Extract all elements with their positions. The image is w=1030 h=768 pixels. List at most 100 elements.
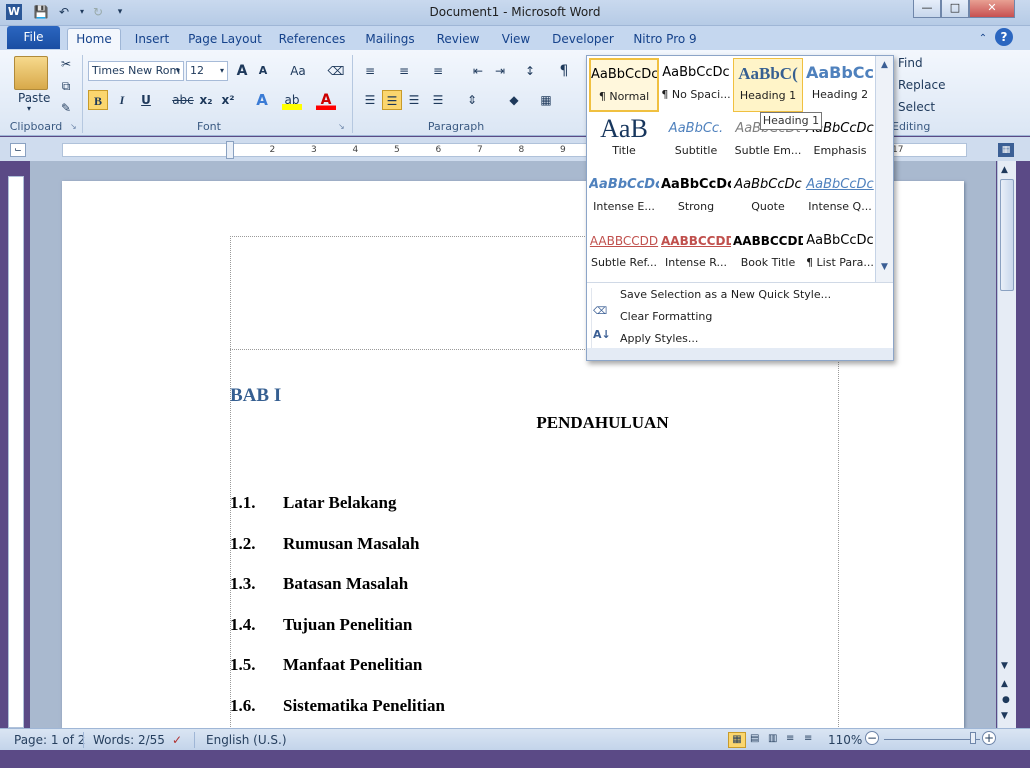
list-item[interactable]: 1.2. Rumusan Masalah <box>230 534 710 554</box>
minimize-ribbon-icon[interactable]: ⌃ <box>975 29 991 49</box>
justify-icon[interactable]: ☰ <box>428 90 448 110</box>
proofing-icon[interactable]: ✓ <box>172 733 182 747</box>
gallery-resize-bar[interactable] <box>587 348 893 360</box>
gallery-scroll-up-icon[interactable]: ▲ <box>876 60 893 70</box>
gallery-scroll-down-icon[interactable]: ▼ <box>876 262 893 272</box>
superscript-button[interactable]: x² <box>218 90 238 110</box>
style-normal[interactable]: AaBbCcDc ¶ Normal <box>589 58 659 112</box>
bold-button[interactable]: B <box>88 90 108 110</box>
undo-dropdown-icon[interactable]: ▾ <box>74 4 90 20</box>
clear-formatting-icon[interactable]: ⌫ <box>326 61 346 81</box>
word-count[interactable]: Words: 2/55 <box>93 733 165 747</box>
save-icon[interactable]: 💾 <box>33 4 49 20</box>
bullets-icon[interactable]: ≡ <box>360 61 380 81</box>
font-size-combo[interactable]: 12 ▾ <box>186 61 228 81</box>
maximize-button[interactable]: □ <box>941 0 969 18</box>
zoom-slider-thumb[interactable] <box>970 732 977 744</box>
paste-icon[interactable] <box>14 56 48 90</box>
align-center-icon[interactable]: ☰ <box>382 90 402 110</box>
web-layout-icon[interactable]: ▥ <box>768 733 777 744</box>
clear-formatting-item[interactable]: Clear Formatting <box>620 310 712 323</box>
copy-icon[interactable]: ⧉ <box>56 76 76 96</box>
word-logo-icon[interactable]: W <box>6 4 22 20</box>
strikethrough-button[interactable]: abc <box>172 90 194 110</box>
zoom-slider[interactable] <box>884 739 980 740</box>
customize-quick-access-icon[interactable]: ▾ <box>112 4 128 20</box>
full-screen-reading-icon[interactable]: ▤ <box>750 733 759 744</box>
tab-selector-icon[interactable]: ⌙ <box>10 143 26 157</box>
gallery-scrollbar[interactable]: ▲ ▼ <box>875 56 893 282</box>
paste-dropdown-icon[interactable]: ▾ <box>27 104 31 113</box>
zoom-in-button[interactable]: + <box>982 731 996 745</box>
shading-icon[interactable]: ◆ <box>504 90 524 110</box>
shrink-font-button[interactable]: A <box>253 61 273 81</box>
subscript-button[interactable]: x₂ <box>196 90 216 110</box>
grow-font-button[interactable]: A <box>232 61 252 81</box>
scroll-thumb[interactable] <box>1000 179 1014 291</box>
tab-insert[interactable]: Insert <box>130 29 174 49</box>
style-book-title[interactable]: AABBCCDD Book Title <box>733 226 803 280</box>
language-indicator[interactable]: English (U.S.) <box>206 733 287 747</box>
find-button[interactable]: Find <box>898 56 923 70</box>
font-name-combo[interactable]: Times New Rom ▾ <box>88 61 184 81</box>
decrease-indent-icon[interactable]: ⇤ <box>468 61 488 81</box>
apply-styles-item[interactable]: Apply Styles... <box>620 332 698 345</box>
style-intense-r[interactable]: AABBCCDD Intense R... <box>661 226 731 280</box>
indent-marker[interactable] <box>226 141 234 159</box>
tab-page-layout[interactable]: Page Layout <box>184 29 266 49</box>
vertical-ruler[interactable] <box>8 176 24 728</box>
list-item[interactable]: 1.1. Latar Belakang <box>230 493 710 513</box>
highlight-button[interactable]: ab <box>282 90 302 110</box>
list-item[interactable]: 1.4. Tujuan Penelitian <box>230 615 710 635</box>
style-no-spaci[interactable]: AaBbCcDc ¶ No Spaci... <box>661 58 731 112</box>
chapter-heading[interactable]: BAB I <box>230 385 281 407</box>
list-item[interactable]: 1.3. Batasan Masalah <box>230 574 710 594</box>
show-hide-button[interactable]: ¶ <box>554 61 574 81</box>
scroll-up-icon[interactable]: ▲ <box>1001 165 1008 175</box>
italic-button[interactable]: I <box>112 90 132 110</box>
scroll-down-icon[interactable]: ▼ <box>1001 661 1008 671</box>
next-page-icon[interactable]: ▼ <box>1001 711 1008 721</box>
tab-file[interactable]: File <box>7 26 60 49</box>
style-strong[interactable]: AaBbCcDc Strong <box>661 170 731 224</box>
zoom-out-button[interactable]: − <box>865 731 879 745</box>
help-icon[interactable]: ? <box>995 28 1013 46</box>
format-painter-icon[interactable]: ✎ <box>56 98 76 118</box>
style-heading-2[interactable]: AaBbCc Heading 2 <box>805 58 875 112</box>
select-button[interactable]: Select <box>898 100 935 114</box>
change-case-button[interactable]: Aa <box>286 61 310 81</box>
style-list-para[interactable]: AaBbCcDc ¶ List Para... <box>805 226 875 280</box>
list-item[interactable]: 1.6. Sistematika Penelitian <box>230 696 710 716</box>
style-title[interactable]: AaB Title <box>589 114 659 168</box>
tab-view[interactable]: View <box>496 29 536 49</box>
redo-icon[interactable]: ↻ <box>90 4 106 20</box>
tab-home[interactable]: Home <box>67 28 121 51</box>
zoom-level[interactable]: 110% <box>828 733 862 747</box>
chevron-down-icon[interactable]: ▾ <box>220 62 224 80</box>
previous-page-icon[interactable]: ▲ <box>1001 679 1008 689</box>
list-item[interactable]: 1.5. Manfaat Penelitian <box>230 655 710 675</box>
tab-references[interactable]: References <box>276 29 348 49</box>
style-intense-e[interactable]: AaBbCcDc Intense E... <box>589 170 659 224</box>
style-quote[interactable]: AaBbCcDc Quote <box>733 170 803 224</box>
align-right-icon[interactable]: ☰ <box>404 90 424 110</box>
cut-icon[interactable]: ✂ <box>56 54 76 74</box>
line-spacing-icon[interactable]: ⇕ <box>462 90 482 110</box>
style-heading-1[interactable]: AaBbC(Heading 1 <box>733 58 803 112</box>
vertical-scrollbar[interactable]: ▲ ▼ ▲ ● ▼ <box>997 161 1016 728</box>
view-ruler-icon[interactable]: ▦ <box>998 143 1014 157</box>
numbering-icon[interactable]: ≡ <box>394 61 414 81</box>
text-effects-icon[interactable]: A <box>252 90 272 110</box>
save-quick-style-item[interactable]: Save Selection as a New Quick Style... <box>620 288 831 301</box>
tab-review[interactable]: Review <box>432 29 484 49</box>
style-subtitle[interactable]: AaBbCc. Subtitle <box>661 114 731 168</box>
style-intense-q[interactable]: AaBbCcDc Intense Q... <box>805 170 875 224</box>
page-count[interactable]: Page: 1 of 2 <box>14 733 85 747</box>
print-layout-icon[interactable]: ▦ <box>728 732 746 748</box>
paste-button[interactable]: Paste <box>18 91 50 105</box>
chevron-down-icon[interactable]: ▾ <box>176 62 180 80</box>
outline-icon[interactable]: ≡ <box>786 733 794 744</box>
tab-developer[interactable]: Developer <box>548 29 618 49</box>
browse-object-icon[interactable]: ● <box>1002 695 1010 705</box>
clipboard-launcher-icon[interactable]: ↘ <box>70 122 77 131</box>
